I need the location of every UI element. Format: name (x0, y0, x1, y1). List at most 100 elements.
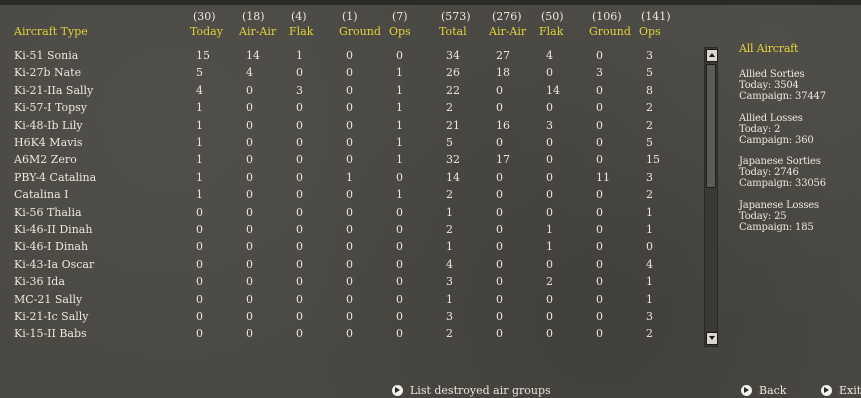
cell-total-air-air: 17 (496, 153, 510, 166)
cell-total-ops: 0 (646, 240, 653, 253)
cell-aircraft-name: Ki-48-Ib Lily (14, 119, 83, 132)
cell-total: 2 (446, 223, 453, 236)
cell-today: 1 (196, 153, 203, 166)
cell-total-air-air: 0 (496, 101, 503, 114)
arrow-right-icon (821, 384, 832, 396)
cell-today: 1 (196, 119, 203, 132)
cell-aircraft-name: Ki-15-II Babs (14, 327, 87, 340)
scroll-thumb[interactable] (706, 64, 716, 188)
cell-air-air: 0 (246, 275, 253, 288)
cell-ops: 1 (396, 188, 403, 201)
col-header-total-ops: Ops (639, 25, 661, 38)
cell-total: 26 (446, 66, 460, 79)
cell-total-air-air: 0 (496, 327, 503, 340)
exit-button[interactable]: Exit (821, 383, 861, 397)
japanese-sorties-heading: Japanese Sorties (739, 156, 821, 167)
cell-ground: 0 (346, 153, 353, 166)
cell-air-air: 0 (246, 223, 253, 236)
cell-flak: 0 (296, 275, 303, 288)
cell-ground: 0 (346, 66, 353, 79)
back-button[interactable]: Back (741, 383, 786, 397)
cell-total-air-air: 0 (496, 293, 503, 306)
cell-ops: 0 (396, 327, 403, 340)
cell-total-ground: 0 (596, 188, 603, 201)
cell-flak: 0 (296, 171, 303, 184)
cell-total-ops: 1 (646, 275, 653, 288)
cell-flak: 0 (296, 240, 303, 253)
cell-today: 1 (196, 171, 203, 184)
cell-total-ops: 5 (646, 136, 653, 149)
cell-total-ops: 2 (646, 119, 653, 132)
cell-air-air: 4 (246, 66, 253, 79)
cell-flak: 1 (296, 49, 303, 62)
col-header-total-ground: Ground (589, 25, 631, 38)
cell-total-flak: 0 (546, 258, 553, 271)
cell-flak: 0 (296, 223, 303, 236)
japanese-losses-heading: Japanese Losses (739, 200, 819, 211)
cell-total-ops: 3 (646, 310, 653, 323)
cell-total-ground: 0 (596, 84, 603, 97)
cell-flak: 0 (296, 327, 303, 340)
cell-ground: 1 (346, 171, 353, 184)
cell-air-air: 0 (246, 171, 253, 184)
cell-total-flak: 3 (546, 119, 553, 132)
cell-air-air: 0 (246, 153, 253, 166)
cell-air-air: 0 (246, 293, 253, 306)
cell-flak: 0 (296, 136, 303, 149)
cell-total: 1 (446, 206, 453, 219)
cell-air-air: 0 (246, 258, 253, 271)
cell-ground: 0 (346, 293, 353, 306)
cell-today: 1 (196, 136, 203, 149)
cell-total-flak: 2 (546, 275, 553, 288)
cell-aircraft-name: Ki-46-II Dinah (14, 223, 93, 236)
cell-flak: 0 (296, 188, 303, 201)
cell-total-flak: 14 (546, 84, 560, 97)
scroll-up-icon[interactable] (706, 49, 718, 62)
top-border (0, 0, 861, 5)
cell-today: 1 (196, 188, 203, 201)
list-destroyed-air-groups-button[interactable]: List destroyed air groups (392, 383, 551, 397)
cell-air-air: 0 (246, 119, 253, 132)
arrow-right-icon (741, 384, 752, 396)
cell-total-air-air: 18 (496, 66, 510, 79)
cell-total: 2 (446, 101, 453, 114)
cell-total: 2 (446, 188, 453, 201)
cell-today: 1 (196, 101, 203, 114)
cell-ground: 0 (346, 240, 353, 253)
cell-total: 5 (446, 136, 453, 149)
japanese-losses-today: Today: 25 (739, 211, 787, 222)
cell-total-air-air: 0 (496, 206, 503, 219)
cell-ops: 1 (396, 66, 403, 79)
col-header-air-air: Air-Air (239, 25, 277, 38)
scroll-down-icon[interactable] (706, 332, 718, 345)
cell-aircraft-name: Ki-21-Ic Sally (14, 310, 89, 323)
cell-total-flak: 0 (546, 310, 553, 323)
cell-ground: 0 (346, 223, 353, 236)
cell-ops: 0 (396, 310, 403, 323)
cell-total-ground: 0 (596, 153, 603, 166)
cell-total-flak: 0 (546, 206, 553, 219)
col-header-ops: Ops (389, 25, 411, 38)
cell-total-ops: 2 (646, 327, 653, 340)
cell-ops: 1 (396, 101, 403, 114)
col-count-total: (573) (441, 10, 471, 23)
cell-total-air-air: 0 (496, 310, 503, 323)
cell-total-air-air: 0 (496, 275, 503, 288)
cell-ground: 0 (346, 310, 353, 323)
col-header-total: Total (439, 25, 467, 38)
cell-total-flak: 0 (546, 327, 553, 340)
cell-flak: 0 (296, 206, 303, 219)
cell-total-ops: 4 (646, 258, 653, 271)
cell-today: 0 (196, 275, 203, 288)
cell-today: 0 (196, 223, 203, 236)
cell-total-flak: 0 (546, 136, 553, 149)
table-scrollbar[interactable] (704, 47, 718, 347)
cell-total-flak: 0 (546, 153, 553, 166)
cell-total-air-air: 0 (496, 171, 503, 184)
col-count-total-ops: (141) (641, 10, 671, 23)
cell-total-ground: 0 (596, 49, 603, 62)
cell-aircraft-name: Ki-43-Ia Oscar (14, 258, 95, 271)
cell-ops: 1 (396, 119, 403, 132)
cell-today: 0 (196, 293, 203, 306)
cell-total-air-air: 0 (496, 223, 503, 236)
